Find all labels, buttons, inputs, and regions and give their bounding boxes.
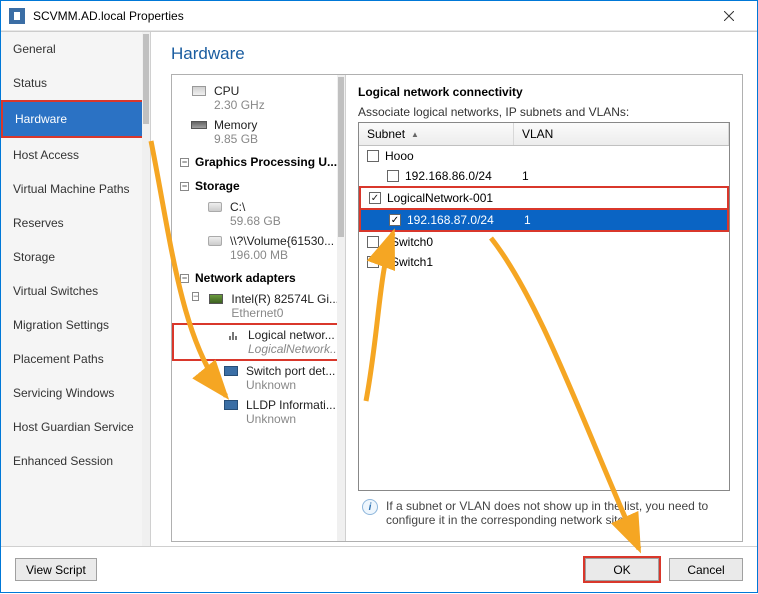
hardware-tree: CPU2.30 GHz Memory9.85 GB −Graphics Proc… [172,75,346,541]
sort-asc-icon: ▲ [411,130,419,139]
detail-pane: Logical network connectivity Associate l… [346,75,742,541]
row-ln001-subnet[interactable]: 192.168.87.0/24 1 [359,210,729,232]
main-area: General Status Hardware Host Access Virt… [1,31,757,546]
memory-icon [190,118,208,132]
row-hooo-subnet[interactable]: 192.168.86.0/24 1 [359,166,729,186]
switch-port-icon [222,364,240,378]
sidebar-item-migration[interactable]: Migration Settings [1,308,150,342]
dialog-footer: View Script OK Cancel [1,546,757,592]
window-title: SCVMM.AD.local Properties [33,9,709,23]
grid-header: Subnet▲ VLAN [359,123,729,146]
category-sidebar: General Status Hardware Host Access Virt… [1,32,151,546]
content-pane: Hardware CPU2.30 GHz Memory9.85 GB −Grap… [151,32,757,546]
title-bar: SCVMM.AD.local Properties [1,1,757,31]
sidebar-item-storage[interactable]: Storage [1,240,150,274]
sidebar-item-servicing[interactable]: Servicing Windows [1,376,150,410]
checkbox[interactable] [389,214,401,226]
ok-button[interactable]: OK [585,558,659,581]
collapse-icon[interactable]: − [180,182,189,191]
cpu-icon [190,84,208,98]
view-script-button[interactable]: View Script [15,558,97,581]
sidebar-item-reserves[interactable]: Reserves [1,206,150,240]
tree-section-network[interactable]: −Network adapters [172,265,345,289]
tree-logical-network[interactable]: Logical networ...LogicalNetwork... [172,323,345,361]
collapse-icon[interactable]: − [192,292,199,301]
disk-icon [206,234,224,248]
sidebar-item-virtual-switches[interactable]: Virtual Switches [1,274,150,308]
grid-body: Hooo 192.168.86.0/24 1 LogicalNetwork-00… [359,146,729,490]
tree-lldp[interactable]: LLDP Informati...Unknown [172,395,345,429]
nic-icon [207,292,225,306]
tree-nic-intel[interactable]: − Intel(R) 82574L Gi...Ethernet0 [172,289,345,323]
collapse-icon[interactable]: − [180,274,189,283]
sidebar-item-hardware[interactable]: Hardware [1,100,150,138]
checkbox[interactable] [367,150,379,162]
logical-network-icon [224,328,242,342]
tree-switch-port[interactable]: Switch port det...Unknown [172,361,345,395]
disk-icon [206,200,224,214]
group-vswitch0[interactable]: vSwitch0 [359,232,729,252]
info-note: i If a subnet or VLAN does not show up i… [358,491,730,531]
tree-disk-c[interactable]: C:\59.68 GB [172,197,345,231]
network-grid: Subnet▲ VLAN Hooo 192.168.86.0/24 1 [358,122,730,491]
sidebar-item-host-access[interactable]: Host Access [1,138,150,172]
info-icon: i [362,499,378,515]
sidebar-item-host-guardian[interactable]: Host Guardian Service [1,410,150,444]
col-subnet[interactable]: Subnet▲ [359,123,514,145]
group-vswitch1[interactable]: vSwitch1 [359,252,729,272]
tree-cpu[interactable]: CPU2.30 GHz [172,81,345,115]
checkbox[interactable] [367,256,379,268]
tree-memory[interactable]: Memory9.85 GB [172,115,345,149]
sidebar-item-status[interactable]: Status [1,66,150,100]
checkbox[interactable] [369,192,381,204]
tree-section-gpu[interactable]: −Graphics Processing U... [172,149,345,173]
tree-disk-vol[interactable]: \\?\Volume{61530...196.00 MB [172,231,345,265]
group-logicalnetwork-001[interactable]: LogicalNetwork-001 [359,186,729,210]
sidebar-item-general[interactable]: General [1,32,150,66]
col-vlan[interactable]: VLAN [514,123,729,145]
tree-scrollbar[interactable] [337,75,345,541]
sidebar-item-vm-paths[interactable]: Virtual Machine Paths [1,172,150,206]
window-icon [9,8,25,24]
collapse-icon[interactable]: − [180,158,189,167]
close-icon [724,11,734,21]
tree-section-storage[interactable]: −Storage [172,173,345,197]
checkbox[interactable] [387,170,399,182]
sidebar-item-placement[interactable]: Placement Paths [1,342,150,376]
sidebar-item-enhanced-session[interactable]: Enhanced Session [1,444,150,478]
checkbox[interactable] [367,236,379,248]
content-title: Hardware [171,44,743,64]
close-button[interactable] [709,2,749,30]
cancel-button[interactable]: Cancel [669,558,743,581]
group-hooo[interactable]: Hooo [359,146,729,166]
sidebar-scrollbar[interactable] [142,32,150,546]
lldp-icon [222,398,240,412]
assoc-label: Associate logical networks, IP subnets a… [358,105,730,119]
detail-heading: Logical network connectivity [358,85,730,99]
